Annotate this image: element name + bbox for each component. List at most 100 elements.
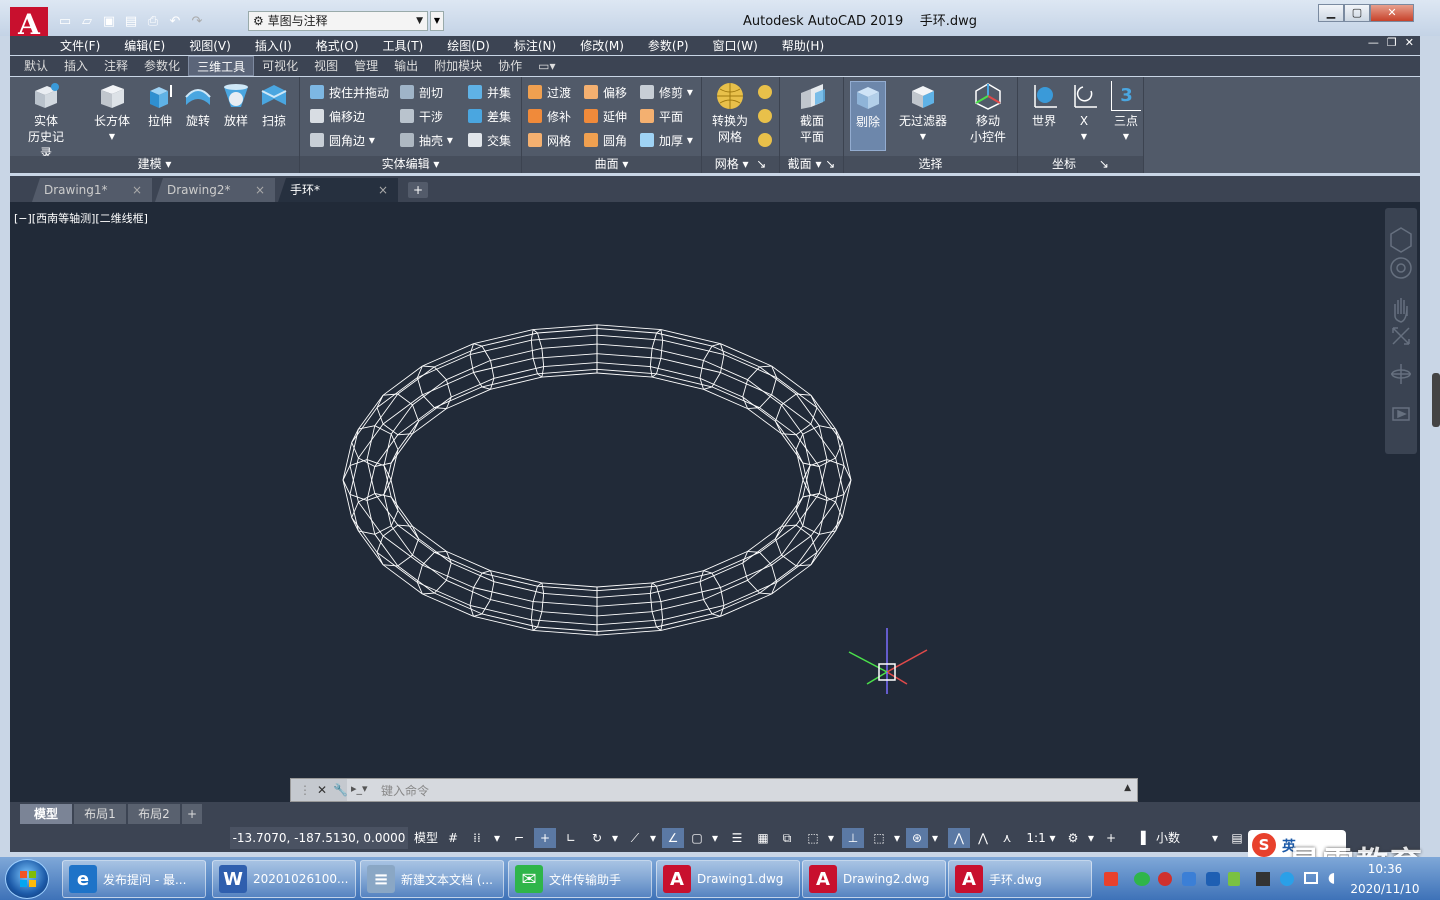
gizmo-icon[interactable]: ⊛ <box>906 828 928 848</box>
chevron-down-icon[interactable]: ▾ <box>490 828 504 848</box>
fillet-edge-button[interactable]: 圆角边 ▾ <box>310 130 375 150</box>
ucs-world-button[interactable]: 世界 <box>1024 81 1064 129</box>
plot-icon[interactable]: ⎙ <box>144 12 162 30</box>
move-gizmo-button[interactable]: 移动 小控件 <box>962 81 1014 145</box>
blend-button[interactable]: 过渡 <box>528 82 571 102</box>
close-button[interactable]: ✕ <box>1370 4 1414 22</box>
close-icon[interactable]: ✕ <box>317 783 327 797</box>
mesh-tool-2-button[interactable] <box>758 106 777 126</box>
taskbar-item[interactable]: e 发布提问 - 最... <box>62 860 206 898</box>
taskbar-item[interactable]: W 20201026100... <box>212 860 356 898</box>
doc-close-button[interactable]: ✕ <box>1405 36 1414 49</box>
patch-button[interactable]: 修补 <box>528 106 571 126</box>
close-icon[interactable]: × <box>378 178 388 202</box>
chevron-down-icon[interactable]: ▾ <box>708 828 722 848</box>
box-button[interactable]: 长方体 ▼ <box>92 81 132 145</box>
slice-button[interactable]: 剖切 <box>400 82 443 102</box>
doc-restore-button[interactable]: ❐ <box>1387 36 1397 49</box>
lineweight-icon[interactable]: ☰ <box>726 828 748 848</box>
file-tab-drawing2[interactable]: Drawing2* × <box>155 178 275 202</box>
model-space-button[interactable]: 模型 <box>412 828 440 848</box>
network-drive-tray-icon[interactable] <box>1206 872 1220 886</box>
chevron-down-icon[interactable]: ▾ <box>824 828 838 848</box>
tab-output[interactable]: 输出 <box>386 56 426 76</box>
annotation-scale-select[interactable]: 1:1 ▾ <box>1022 828 1060 848</box>
qq-tray-icon[interactable] <box>1280 872 1294 886</box>
revolve-button[interactable]: 旋转 <box>178 81 218 129</box>
section-plane-button[interactable]: 截面 平面 <box>790 81 834 145</box>
selection-cycling-icon[interactable]: ⧉ <box>776 828 798 848</box>
redo-icon[interactable]: ↷ <box>188 12 206 30</box>
taskbar-item[interactable]: A Drawing1.dwg <box>656 860 800 898</box>
tab-default[interactable]: 默认 <box>16 56 56 76</box>
thicken-button[interactable]: 加厚 ▾ <box>640 130 693 150</box>
undo-icon[interactable]: ↶ <box>166 12 184 30</box>
surface-offset-button[interactable]: 偏移 <box>584 82 627 102</box>
volume-icon[interactable]: ◖ <box>1328 870 1335 886</box>
layout-tab-model[interactable]: 模型 <box>20 804 72 824</box>
dynamic-ucs-icon[interactable]: ⊥ <box>842 828 864 848</box>
customize-wrench-icon[interactable]: 🔧 <box>333 783 348 797</box>
ucs-x-button[interactable]: X ▼ <box>1064 81 1104 145</box>
infer-constraints-icon[interactable]: ⌐ <box>508 828 530 848</box>
chevron-down-icon[interactable]: ▾ <box>646 828 660 848</box>
sweep-button[interactable]: 扫掠 <box>254 81 294 129</box>
object-snap-tracking-icon[interactable]: ∠ <box>662 828 684 848</box>
chevron-down-icon[interactable]: ▾ <box>928 828 942 848</box>
start-button[interactable] <box>5 859 49 899</box>
annotation-visibility-icon[interactable]: ⋀ <box>948 828 970 848</box>
offset-edge-button[interactable]: 偏移边 <box>310 106 365 126</box>
command-input[interactable]: 键入命令 <box>381 782 429 799</box>
sogou-tray-icon[interactable] <box>1104 872 1118 886</box>
ucs-3point-button[interactable]: 3 三点 ▼ <box>1106 81 1146 145</box>
command-prompt-icon[interactable]: ▸_▾ <box>351 782 368 795</box>
menu-file[interactable]: 文件(F) <box>60 37 100 54</box>
qat-customize-button[interactable]: ▼ <box>430 11 444 31</box>
grid-icon[interactable]: # <box>442 828 464 848</box>
tab-insert[interactable]: 插入 <box>56 56 96 76</box>
selection-filter-icon[interactable]: ⬚ <box>868 828 890 848</box>
isodraft-icon[interactable]: ⟋ <box>624 828 646 848</box>
weibo-tray-icon[interactable] <box>1158 872 1172 886</box>
vertical-scrollbar[interactable] <box>1432 373 1440 427</box>
display-tray-icon[interactable] <box>1304 872 1318 884</box>
loft-button[interactable]: 放样 <box>216 81 256 129</box>
tab-parametric[interactable]: 参数化 <box>136 56 188 76</box>
polar-icon[interactable]: ↻ <box>586 828 608 848</box>
tab-annotate[interactable]: 注释 <box>96 56 136 76</box>
gear-icon[interactable]: ⚙ <box>1062 828 1084 848</box>
menu-edit[interactable]: 编辑(E) <box>124 37 165 54</box>
new-tab-button[interactable]: + <box>408 182 428 198</box>
menu-modify[interactable]: 修改(M) <box>580 37 624 54</box>
ortho-icon[interactable]: ∟ <box>560 828 582 848</box>
3d-osnap-icon[interactable]: ⬚ <box>802 828 824 848</box>
taskbar-item[interactable]: A Drawing2.dwg <box>802 860 946 898</box>
tab-visualize[interactable]: 可视化 <box>254 56 306 76</box>
drawing-viewport[interactable]: [−][西南等轴测][二维线框] <box>10 202 1420 802</box>
surface-fillet-button[interactable]: 圆角 <box>584 130 627 150</box>
panel-modeling-title[interactable]: 建模 ▾ <box>10 156 299 173</box>
planar-button[interactable]: 平面 <box>640 106 683 126</box>
close-icon[interactable]: × <box>132 178 142 202</box>
mesh-tool-3-button[interactable] <box>758 130 777 150</box>
menu-help[interactable]: 帮助(H) <box>782 37 824 54</box>
chevron-up-icon[interactable]: ▲ <box>1124 783 1131 793</box>
layout-tab-layout1[interactable]: 布局1 <box>74 804 126 824</box>
maximize-button[interactable]: ▢ <box>1344 4 1370 22</box>
app-tray-icon[interactable] <box>1228 872 1240 886</box>
panel-surface-title[interactable]: 曲面 ▾ <box>522 156 701 173</box>
annotation-monitor-icon[interactable]: + <box>1100 828 1122 848</box>
chevron-down-icon[interactable]: ▾ <box>1208 828 1222 848</box>
interfere-button[interactable]: 干涉 <box>400 106 443 126</box>
ribbon-minimize-button[interactable]: ▭▾ <box>530 56 563 76</box>
chevron-down-icon[interactable]: ▾ <box>608 828 622 848</box>
taskbar-item[interactable]: ≡ 新建文本文档 (... <box>360 860 504 898</box>
workspace-selector[interactable]: ⚙ 草图与注释 ▼ <box>248 11 428 31</box>
presspull-button[interactable]: 按住并拖动 <box>310 82 389 102</box>
units-icon[interactable]: ▐ <box>1130 828 1152 848</box>
menu-view[interactable]: 视图(V) <box>189 37 231 54</box>
panel-solid-editing-title[interactable]: 实体编辑 ▾ <box>300 156 521 173</box>
dynamic-input-icon[interactable]: + <box>534 828 556 848</box>
annotation-scale-icon[interactable]: ⋏ <box>996 828 1018 848</box>
menu-window[interactable]: 窗口(W) <box>713 37 758 54</box>
